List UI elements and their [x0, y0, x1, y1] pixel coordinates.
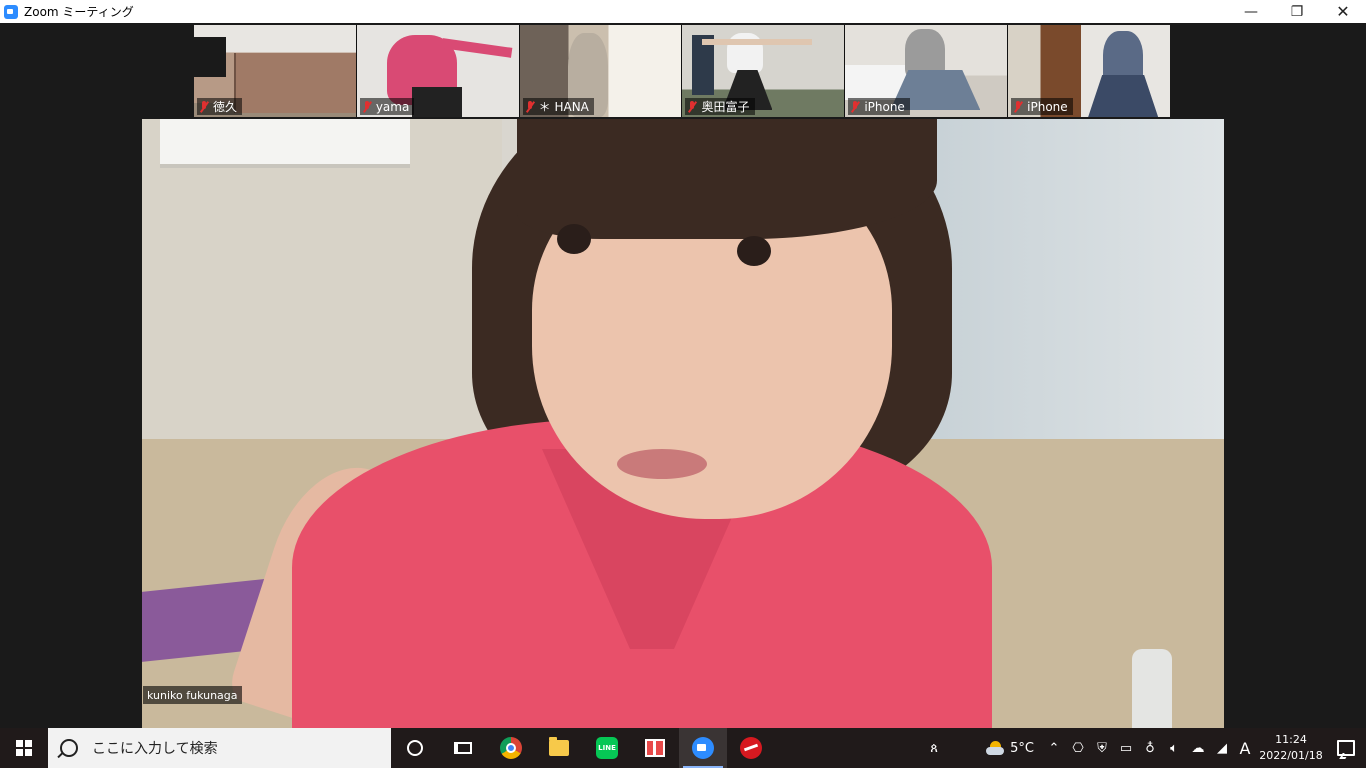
- gallery-strip: 徳久 yama ＊ HANA 奥田富子 iPhone iPhone: [194, 25, 1170, 117]
- participant-name: iPhone: [1027, 99, 1068, 114]
- weather-widget[interactable]: 5°C: [986, 741, 1034, 756]
- chrome-icon: [500, 737, 522, 759]
- trend-micro-taskbar-button[interactable]: [727, 728, 775, 768]
- participant-tile[interactable]: 奥田富子: [682, 25, 845, 117]
- cortana-icon: [407, 740, 423, 756]
- wifi-icon[interactable]: ◢: [1210, 728, 1234, 768]
- battery-icon[interactable]: ▭: [1114, 728, 1138, 768]
- line-icon: LINE: [596, 737, 618, 759]
- participant-tile[interactable]: yama: [356, 25, 519, 117]
- participant-tile[interactable]: 徳久: [194, 25, 356, 117]
- clock-date: 2022/01/18: [1259, 749, 1323, 762]
- window-title: Zoom ミーティング: [24, 5, 134, 19]
- mic-muted-icon: [850, 100, 860, 113]
- participant-name: 徳久: [213, 100, 238, 114]
- system-tray: ጰ 5°C ⌃ ⎔ ⛨ ▭ ♁ 🔈︎ ☁ ◢ A 11:24 2022/01/1…: [922, 728, 1366, 768]
- zoom-taskbar-button[interactable]: [679, 728, 727, 768]
- mic-muted-icon: [687, 100, 697, 113]
- notification-center-button[interactable]: [1326, 740, 1366, 756]
- participant-name: iPhone: [864, 99, 905, 114]
- active-speaker-name: kuniko fukunaga: [143, 686, 242, 704]
- search-icon: [60, 739, 78, 757]
- participant-tile[interactable]: ＊ HANA: [519, 25, 682, 117]
- participant-name-tag: iPhone: [1011, 98, 1073, 115]
- participant-name-tag: 奥田富子: [685, 98, 755, 115]
- participant-name-tag: yama: [359, 98, 415, 115]
- notification-icon: [1337, 740, 1355, 756]
- participant-name-tag: iPhone: [848, 98, 910, 115]
- meeting-area: 徳久 yama ＊ HANA 奥田富子 iPhone iPhone: [0, 23, 1366, 728]
- participant-tile[interactable]: iPhone: [1008, 25, 1170, 117]
- participant-name: 奥田富子: [701, 100, 750, 114]
- search-placeholder: ここに入力して検索: [92, 741, 218, 757]
- mic-muted-icon: [525, 100, 535, 113]
- line-taskbar-button[interactable]: LINE: [583, 728, 631, 768]
- security-icon[interactable]: ⛨: [1090, 728, 1114, 768]
- trend-micro-icon: [740, 737, 762, 759]
- title-bar: Zoom ミーティング — ❐ ✕: [0, 0, 1366, 23]
- people-icon[interactable]: ጰ: [922, 728, 946, 768]
- task-view-icon: [454, 742, 472, 754]
- participant-name: ＊ HANA: [538, 100, 589, 114]
- cortana-button[interactable]: [391, 728, 439, 768]
- zoom-app-icon: [4, 4, 18, 19]
- minimize-button[interactable]: —: [1228, 0, 1274, 23]
- onedrive-cloud-icon[interactable]: ☁: [1186, 728, 1210, 768]
- windows-logo-icon: [16, 740, 32, 756]
- partly-cloudy-icon: [986, 741, 1005, 755]
- participant-tile[interactable]: iPhone: [845, 25, 1008, 117]
- clock-time: 11:24: [1275, 733, 1307, 746]
- taskbar: ここに入力して検索 LINE ጰ 5°C ⌃ ⎔ ⛨ ▭ ♁ 🔈︎ ☁ ◢ A …: [0, 728, 1366, 768]
- mic-muted-icon: [362, 100, 372, 113]
- folder-icon: [549, 737, 569, 756]
- participant-name: yama: [375, 99, 410, 114]
- task-view-button[interactable]: [439, 728, 487, 768]
- meet-now-icon[interactable]: ⎔: [1066, 728, 1090, 768]
- ime-mode-indicator[interactable]: A: [1234, 728, 1256, 768]
- volume-icon[interactable]: 🔈︎: [1162, 728, 1186, 768]
- mic-muted-icon: [199, 100, 209, 113]
- start-button[interactable]: [0, 728, 48, 768]
- gift-taskbar-button[interactable]: [631, 728, 679, 768]
- participant-name-tag: ＊ HANA: [522, 98, 594, 115]
- taskbar-search[interactable]: ここに入力して検索: [48, 728, 391, 768]
- close-button[interactable]: ✕: [1320, 0, 1366, 23]
- active-speaker-video: [142, 119, 1224, 728]
- mic-muted-icon: [1013, 100, 1023, 113]
- chrome-taskbar-button[interactable]: [487, 728, 535, 768]
- gift-icon: [645, 739, 665, 757]
- microphone-icon[interactable]: ♁: [1138, 728, 1162, 768]
- participant-name-tag: 徳久: [197, 98, 243, 115]
- show-hidden-icons-chevron-icon[interactable]: ⌃: [1042, 728, 1066, 768]
- zoom-icon: [692, 737, 714, 759]
- clock[interactable]: 11:24 2022/01/18: [1256, 732, 1326, 764]
- file-explorer-taskbar-button[interactable]: [535, 728, 583, 768]
- maximize-button[interactable]: ❐: [1274, 0, 1320, 23]
- weather-temperature: 5°C: [1010, 740, 1034, 756]
